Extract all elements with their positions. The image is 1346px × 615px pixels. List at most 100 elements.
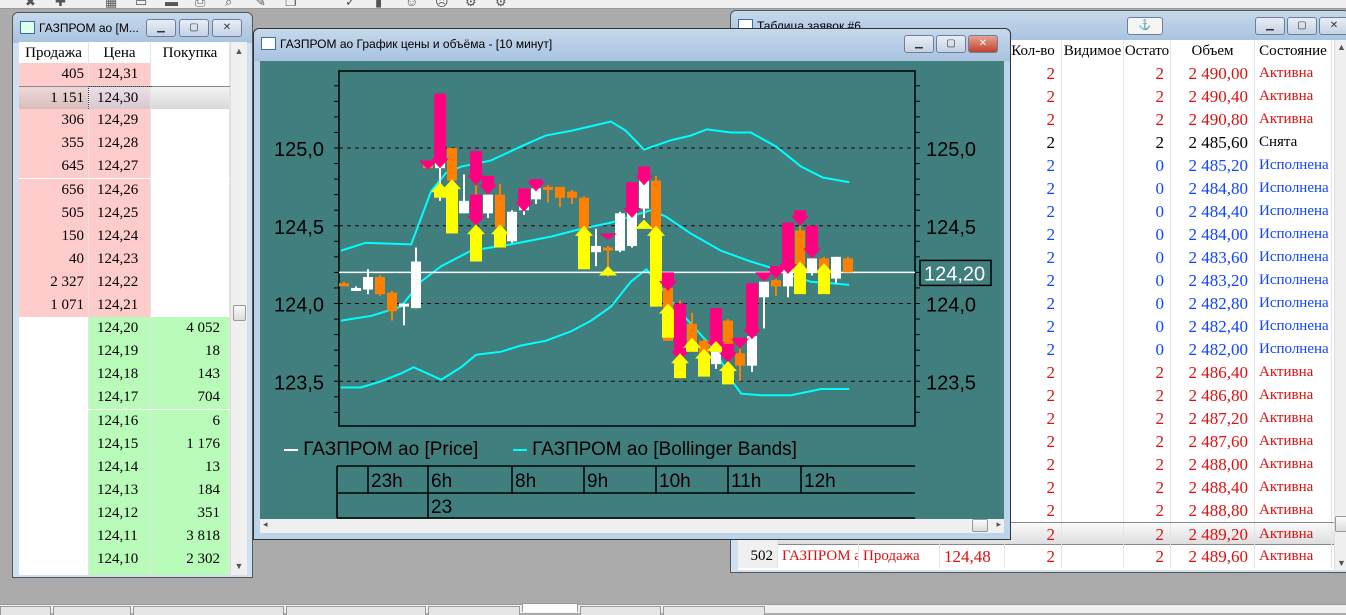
buy-volume: 18 (151, 340, 230, 364)
orderbook-sell-row[interactable]: 405 124,31 (19, 63, 230, 86)
column-header[interactable]: Цена (89, 42, 151, 65)
cancel-icon[interactable]: ✖ (25, 0, 36, 8)
order-vis (1062, 108, 1124, 131)
scroll-thumb[interactable] (972, 519, 988, 532)
orderbook-sell-row[interactable]: 1 151 124,30 (19, 86, 230, 112)
orderbook-sell-row[interactable]: 40 124,23 (19, 247, 230, 271)
order-vol: 2 486,80 (1171, 384, 1255, 407)
orderbook-sell-row[interactable]: 306 124,29 (19, 109, 230, 133)
buy-volume (151, 224, 230, 248)
order-rest: 0 (1124, 177, 1171, 200)
orderbook-buy-row[interactable]: 124,14 13 (19, 455, 230, 479)
sell-trade-marker (431, 93, 449, 169)
copy-icon[interactable]: ❐ (285, 0, 297, 8)
window-tab[interactable] (663, 606, 765, 615)
window-tab-active[interactable] (522, 603, 578, 612)
sell-volume: 2 327 (19, 270, 89, 294)
orderbook-sell-row[interactable]: 645 124,27 (19, 155, 230, 179)
column-header[interactable]: Остато (1124, 40, 1171, 63)
candle-body (363, 277, 373, 290)
time-label: 12h (804, 471, 836, 492)
orderbook-sell-row[interactable]: 355 124,28 (19, 132, 230, 156)
order-rest: 2 (1124, 407, 1171, 430)
add-icon[interactable]: ✚ (55, 0, 66, 8)
orderbook-sell-row[interactable]: 150 124,24 (19, 224, 230, 248)
orderbook-sell-row[interactable]: 505 124,25 (19, 201, 230, 225)
sell-volume: 405 (19, 63, 89, 86)
window-icon[interactable]: ▭ (135, 0, 147, 8)
order-vis (1062, 499, 1124, 522)
link-icon[interactable]: ✓ (345, 0, 356, 8)
orderbook-buy-row[interactable]: 124,17 704 (19, 386, 230, 410)
buy-trade-marker (635, 219, 653, 229)
orderbook-sell-row[interactable]: 2 327 124,22 (19, 270, 230, 294)
column-header[interactable]: Покупка (151, 42, 230, 65)
order-vol: 2 482,80 (1171, 292, 1255, 315)
orderbook-buy-row[interactable]: 124,12 351 (19, 501, 230, 525)
maximize-button[interactable]: ▢ (1287, 17, 1317, 35)
window-tab[interactable] (580, 606, 661, 615)
orderbook-buy-row[interactable]: 124,13 184 (19, 478, 230, 502)
scroll-thumb[interactable] (233, 305, 246, 321)
minimize-button[interactable]: ▁ (1255, 17, 1285, 35)
order-vol: 2 488,00 (1171, 453, 1255, 476)
orderbook-buy-row[interactable]: 124,18 143 (19, 363, 230, 387)
window-tab[interactable] (428, 606, 520, 615)
orders-scrollbar[interactable]: ▲ ▼ (1334, 40, 1346, 570)
orderbook-titlebar[interactable]: ГАЗПРОМ ао [М... ▁ ▢ ✕ (13, 13, 252, 43)
candle-body (591, 245, 601, 253)
legend-bands-swatch (512, 448, 527, 451)
order-row[interactable]: 502ГАЗПРОМ аоПродажа124,48222 489,60Акти… (738, 545, 1334, 568)
orderbook-buy-row[interactable]: 124,16 6 (19, 409, 230, 433)
tools-icon[interactable]: ✎ (255, 0, 266, 8)
maximize-button[interactable]: ▢ (179, 19, 209, 37)
column-header[interactable]: Состояние (1255, 40, 1332, 63)
time-label: 11h (731, 471, 761, 492)
robot-stop-icon[interactable]: ☹ (435, 0, 449, 8)
buy-volume (151, 270, 230, 294)
order-qty: 2 (1005, 269, 1062, 292)
order-qty: 2 (1005, 131, 1062, 154)
flag-icon[interactable]: ▮ (375, 0, 382, 8)
candle-body (555, 186, 565, 198)
orderbook-buy-row[interactable]: 124,10 2 302 (19, 548, 230, 572)
orderbook-sell-row[interactable]: 656 124,26 (19, 178, 230, 202)
close-button[interactable]: ✕ (212, 19, 242, 37)
order-vis (1062, 338, 1124, 361)
column-header[interactable]: Кол-во (1005, 40, 1062, 63)
sell-trade-marker (599, 233, 617, 240)
order-state: Активна (1255, 384, 1332, 407)
orderbook-scrollbar[interactable]: ▲ ▼ (230, 42, 247, 575)
orderbook-buy-row[interactable]: 124,19 18 (19, 340, 230, 364)
buy-trade-marker (647, 225, 665, 307)
close-button[interactable]: ✕ (1319, 17, 1346, 35)
sell-volume: 306 (19, 109, 89, 133)
print-icon[interactable]: ⎙ (195, 0, 205, 8)
column-header[interactable]: Продажа (19, 42, 89, 65)
order-state: Исполнена (1255, 246, 1332, 269)
buy-volume: 6 (151, 409, 230, 433)
table-icon[interactable]: ▬ (165, 0, 178, 8)
orderbook-buy-row[interactable]: 124,15 1 176 (19, 432, 230, 456)
orderbook-buy-row[interactable]: 124,20 4 052 (19, 317, 230, 341)
orderbook-buy-row[interactable]: 124,11 3 818 (19, 525, 230, 548)
anchor-button[interactable]: ⚓ (1127, 17, 1163, 35)
y-tick-label-left: 124,0 (274, 295, 324, 317)
settings-off-icon[interactable]: ⚙ (495, 0, 507, 8)
column-header[interactable]: Видимое (1062, 40, 1124, 63)
robot-icon[interactable]: ☺ (405, 0, 418, 8)
scroll-thumb[interactable] (1335, 516, 1346, 532)
search-icon[interactable]: ⌕ (225, 0, 232, 8)
window-tab[interactable] (53, 606, 131, 615)
order-rest: 0 (1124, 200, 1171, 223)
chart-hscrollbar[interactable]: ◂ ▸ (260, 519, 1004, 533)
chart-icon[interactable]: ▦ (105, 0, 117, 8)
window-tab[interactable] (0, 606, 51, 615)
window-tab[interactable] (286, 606, 426, 615)
orderbook-sell-row[interactable]: 1 071 124,21 (19, 294, 230, 317)
settings-icon[interactable]: ⚙ (465, 0, 477, 8)
column-header[interactable]: Объем (1171, 40, 1255, 63)
window-tab[interactable] (133, 606, 284, 615)
minimize-button[interactable]: ▁ (146, 19, 176, 37)
y-tick-label-left: 124,5 (274, 217, 324, 239)
